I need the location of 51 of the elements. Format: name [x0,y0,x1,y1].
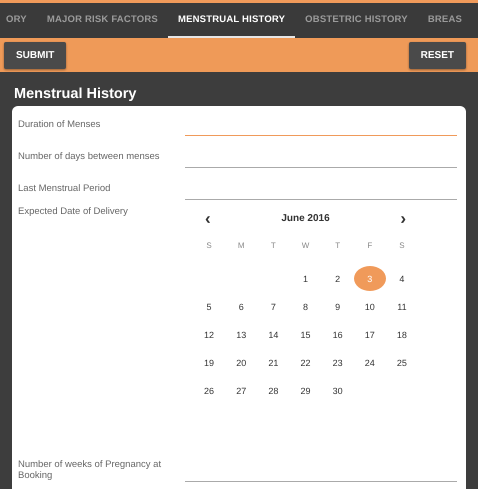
calendar-day[interactable]: 11 [386,294,418,319]
calendar-day[interactable]: 18 [386,322,418,347]
calendar-day[interactable]: 26 [193,378,226,403]
calendar-day[interactable]: 8 [289,294,322,319]
calendar-day[interactable]: 15 [289,322,322,347]
calendar-day[interactable]: 24 [354,350,386,375]
calendar-day[interactable]: 14 [257,322,290,347]
calendar-day[interactable]: 6 [225,294,258,319]
tab[interactable]: MAJOR RISK FACTORS [36,3,168,38]
calendar-day[interactable]: 1 [289,266,322,291]
weekday-label: S [205,241,213,252]
calendar-day[interactable]: 20 [225,350,258,375]
weekday-label: W [300,241,310,252]
weekday-label: T [334,241,342,252]
calendar-day[interactable]: 16 [322,322,354,347]
field-label: Number of days between menses [18,150,161,164]
calendar-day[interactable]: 10 [354,294,386,319]
field-label: Duration of Menses [18,118,102,132]
month-title: June 2016 [281,213,330,224]
calendar-day[interactable]: 23 [322,350,354,375]
calendar-day[interactable]: 9 [322,294,354,319]
calendar-day[interactable]: 17 [354,322,386,347]
calendar-day[interactable]: 19 [193,350,226,375]
tab[interactable]: BREAS [418,3,472,38]
calendar-day[interactable]: 4 [386,266,418,291]
calendar-day[interactable]: 2 [322,266,354,291]
next-month-button[interactable]: › [396,210,410,227]
field-label: Last Menstrual Period [18,182,112,196]
calendar-day[interactable]: 25 [386,350,418,375]
calendar-day[interactable]: 13 [225,322,258,347]
calendar-day[interactable]: 12 [193,322,226,347]
weekday-label: T [270,241,277,252]
weekday-label: M [236,241,246,252]
calendar-day[interactable]: 30 [322,378,354,403]
calendar-day[interactable]: 7 [257,294,290,319]
previous-month-button[interactable]: ‹ [201,210,215,227]
calendar-day[interactable]: 21 [257,350,290,375]
reset-button[interactable]: RESET [408,42,466,68]
tab[interactable]: OBSTETRIC HISTORY [295,3,418,38]
field-label: Number of weeks of Pregnancy at Booking [18,459,162,482]
calendar-day[interactable]: 5 [193,294,226,319]
submit-button[interactable]: SUBMIT [4,42,66,68]
calendar-day[interactable]: 29 [289,378,322,403]
tab[interactable]: ORY [0,3,37,38]
calendar-day[interactable]: 27 [225,378,258,403]
weekday-label: S [398,241,406,252]
calendar-day[interactable]: 28 [257,378,290,403]
section-title: Menstrual History [13,85,138,104]
field-label: Expected Date of Delivery [18,205,129,219]
calendar-day[interactable]: 22 [289,350,322,375]
weekday-label: F [366,241,374,252]
